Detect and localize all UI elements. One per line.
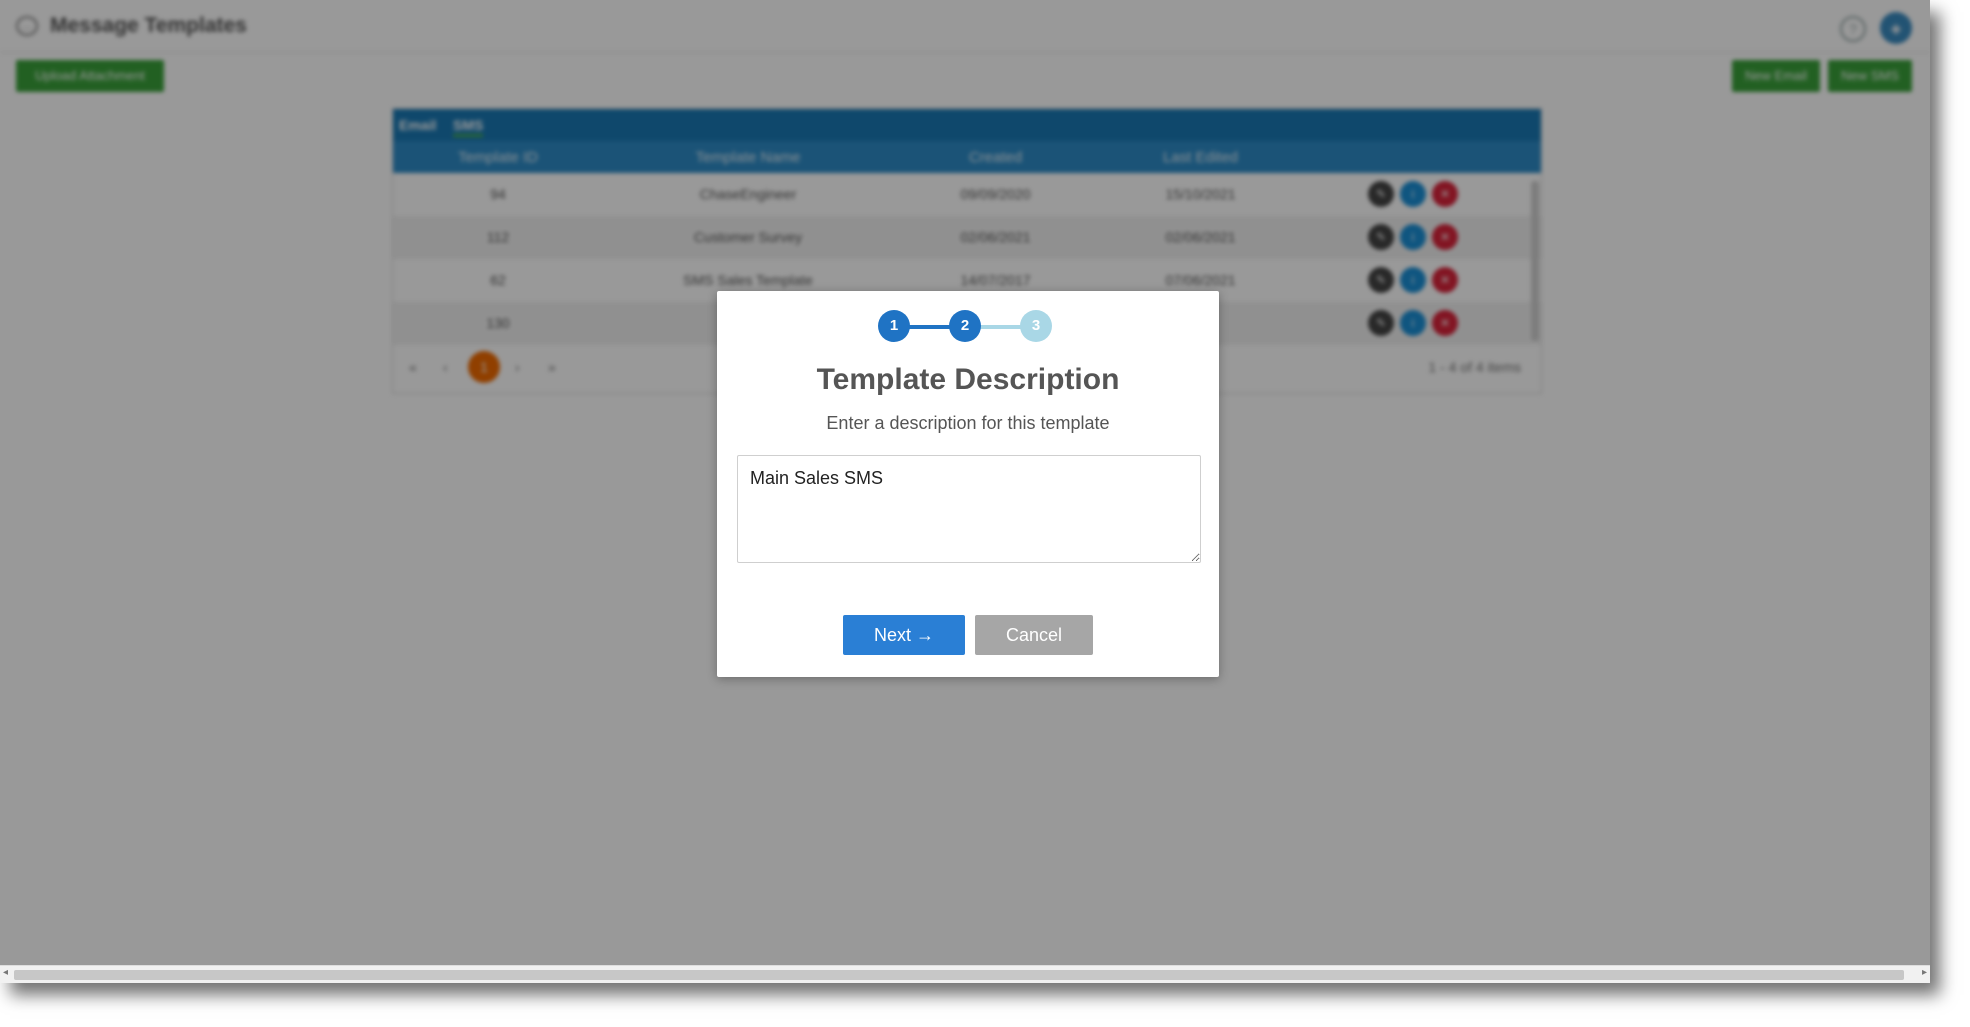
step-2-indicator: 2 (949, 310, 981, 342)
wizard-stepper: 1 2 3 (878, 310, 1054, 344)
step-3-indicator: 3 (1020, 310, 1052, 342)
horizontal-scrollbar-thumb[interactable] (14, 970, 1904, 980)
dialog-subtitle: Enter a description for this template (826, 413, 1110, 433)
horizontal-scrollbar[interactable]: ◂ ▸ (0, 965, 1930, 983)
step-1-indicator: 1 (878, 310, 910, 342)
template-description-dialog: 1 2 3 Template Description Enter a descr… (717, 291, 1219, 677)
scroll-left-icon[interactable]: ◂ (3, 967, 8, 978)
cancel-button[interactable]: Cancel (975, 615, 1093, 655)
next-button[interactable]: Next → (843, 615, 965, 655)
app-window: … Message Templates ? ◈ Upload Attachmen… (0, 0, 1930, 983)
dialog-title: Template Description (816, 363, 1120, 396)
scroll-right-icon[interactable]: ▸ (1922, 967, 1927, 978)
description-textarea[interactable]: Main Sales SMS (737, 455, 1201, 563)
